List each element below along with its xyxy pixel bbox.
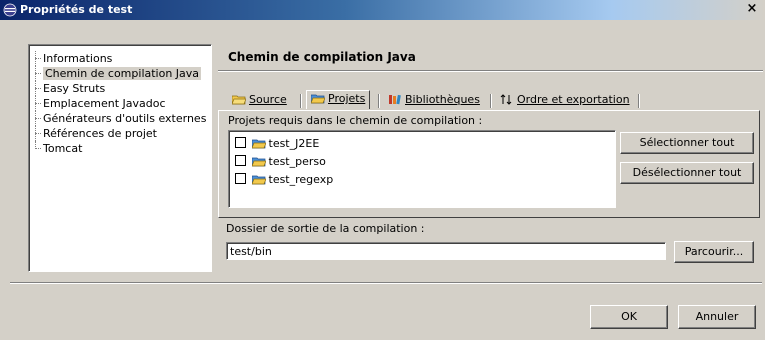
tree-item-label: Chemin de compilation Java — [43, 67, 202, 80]
tree-item-java-build-path[interactable]: Chemin de compilation Java — [33, 66, 206, 81]
tree-item-label: Emplacement Javadoc — [43, 97, 166, 110]
projects-list[interactable]: test_J2EE test_perso test_regexp — [228, 130, 616, 208]
ok-button[interactable]: OK — [590, 305, 668, 329]
list-item-test-j2ee[interactable]: test_J2EE — [235, 136, 319, 152]
project-checkbox[interactable] — [235, 173, 246, 184]
window-title: Propriétés de test — [20, 3, 133, 16]
tab-libraries[interactable]: Bibliothèques — [384, 92, 484, 108]
project-label: test_regexp — [268, 173, 334, 186]
close-button[interactable]: × — [745, 2, 759, 16]
tree-item-tomcat[interactable]: Tomcat — [33, 141, 206, 156]
tab-order-export[interactable]: Ordre et exportation — [496, 92, 634, 108]
tree-item-informations[interactable]: Informations — [33, 51, 206, 66]
tree-item-label: Références de projet — [43, 127, 157, 140]
project-folder-icon — [251, 157, 266, 167]
projects-label: Projets requis dans le chemin de compila… — [228, 114, 483, 127]
project-checkbox[interactable] — [235, 137, 246, 148]
project-label: test_J2EE — [268, 137, 320, 150]
tab-source[interactable]: Source — [228, 92, 291, 108]
list-item-test-perso[interactable]: test_perso — [235, 154, 326, 170]
tree-item-label: Tomcat — [43, 142, 83, 155]
select-all-button[interactable]: Sélectionner tout — [620, 132, 754, 154]
output-folder-label: Dossier de sortie de la compilation : — [226, 222, 425, 235]
tree-item-project-references[interactable]: Références de projet — [33, 126, 206, 141]
tree-item-label: Easy Struts — [43, 82, 106, 95]
sort-arrows-icon — [500, 94, 512, 105]
tree-item-easy-struts[interactable]: Easy Struts — [33, 81, 206, 96]
page-title: Chemin de compilation Java — [228, 50, 416, 64]
property-tree: Informations Chemin de compilation Java … — [28, 44, 212, 272]
bottom-separator — [10, 282, 762, 284]
title-bar: Propriétés de test × — [0, 0, 765, 20]
browse-button[interactable]: Parcourir... — [674, 241, 754, 263]
tree-item-label: Informations — [43, 52, 113, 65]
tab-projects[interactable]: Projets — [306, 90, 371, 109]
tree-item-external-tools[interactable]: Générateurs d'outils externes — [33, 111, 206, 126]
tab-projects-label: Projets — [328, 92, 366, 105]
project-label: test_perso — [268, 155, 326, 168]
project-checkbox[interactable] — [235, 155, 246, 166]
projects-folder-icon — [311, 94, 325, 104]
tab-libraries-label: Bibliothèques — [405, 93, 480, 106]
tab-order-export-label: Ordre et exportation — [517, 93, 630, 106]
eclipse-icon — [3, 3, 17, 17]
tree-item-label: Générateurs d'outils externes — [43, 112, 207, 125]
cancel-button[interactable]: Annuler — [678, 305, 756, 329]
tree-list: Informations Chemin de compilation Java … — [33, 51, 206, 156]
project-folder-icon — [251, 139, 266, 149]
project-folder-icon — [251, 175, 266, 185]
list-item-test-regexp[interactable]: test_regexp — [235, 172, 333, 188]
deselect-all-button[interactable]: Désélectionner tout — [620, 162, 754, 184]
source-folder-icon — [232, 95, 246, 105]
output-folder-input[interactable]: test/bin — [226, 242, 666, 260]
library-icon — [389, 94, 401, 105]
tree-item-javadoc-location[interactable]: Emplacement Javadoc — [33, 96, 206, 111]
title-separator — [218, 70, 763, 72]
tab-source-label: Source — [249, 93, 287, 106]
